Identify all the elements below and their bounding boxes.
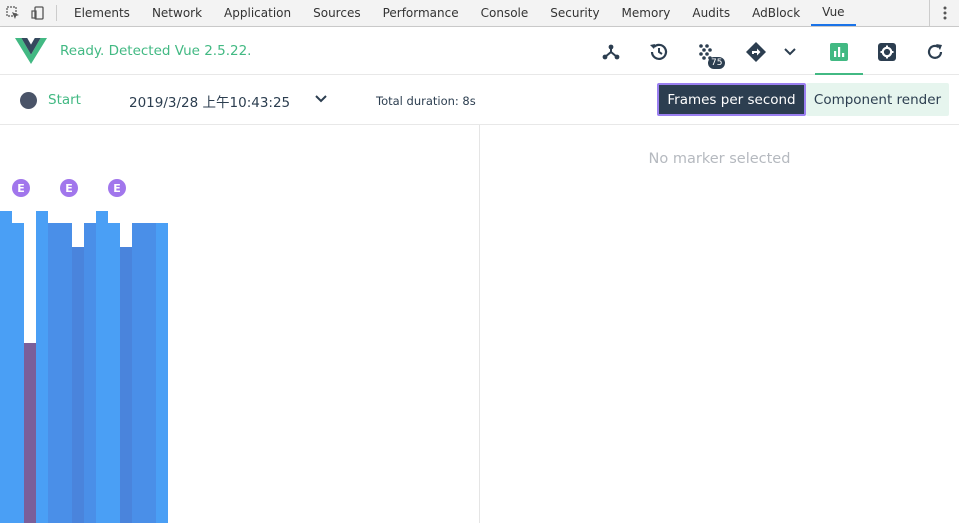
more-options-icon[interactable] — [929, 0, 959, 26]
fps-bar[interactable] — [108, 223, 120, 523]
fps-chart-pane: E E E — [0, 125, 479, 523]
fps-bar[interactable] — [96, 211, 108, 523]
fps-bar[interactable] — [144, 223, 156, 523]
tab-console[interactable]: Console — [470, 0, 540, 26]
fps-bar[interactable] — [156, 223, 168, 523]
marker-details-pane: No marker selected — [480, 125, 959, 523]
fps-bar[interactable] — [120, 247, 132, 523]
vue-status-text: Ready. Detected Vue 2.5.22. — [60, 43, 252, 59]
tab-application[interactable]: Application — [213, 0, 302, 26]
device-toolbar-icon[interactable] — [25, 0, 50, 26]
router-dropdown-button[interactable] — [775, 37, 805, 67]
fps-bar[interactable] — [60, 223, 72, 523]
tab-audits[interactable]: Audits — [681, 0, 741, 26]
tree-icon — [602, 44, 620, 60]
fps-bar[interactable] — [132, 223, 144, 523]
vue-logo-icon — [15, 38, 47, 69]
event-marker[interactable]: E — [60, 179, 78, 197]
chevron-down-icon[interactable] — [313, 91, 329, 112]
fps-bar[interactable] — [72, 247, 84, 523]
fps-bar[interactable] — [36, 211, 48, 523]
fps-bar[interactable] — [0, 211, 12, 523]
frames-per-second-button[interactable]: Frames per second — [657, 83, 806, 116]
vue-devtools-header: Ready. Detected Vue 2.5.22. — [0, 27, 959, 75]
refresh-icon — [927, 44, 943, 59]
tab-sources[interactable]: Sources — [302, 0, 371, 26]
directions-icon — [746, 42, 766, 62]
fps-bar[interactable] — [12, 223, 24, 523]
event-marker[interactable]: E — [108, 179, 126, 197]
component-render-button[interactable]: Component render — [806, 83, 949, 116]
start-button[interactable]: Start — [48, 92, 81, 108]
empty-state-message: No marker selected — [648, 151, 791, 167]
settings-icon — [878, 43, 896, 61]
tab-adblock[interactable]: AdBlock — [741, 0, 811, 26]
tab-vue[interactable]: Vue — [811, 0, 856, 26]
bar-chart-icon — [830, 43, 848, 61]
event-marker[interactable]: E — [12, 179, 30, 197]
fps-bar[interactable] — [48, 223, 60, 523]
performance-toolbar: Start 2019/3/28 上午10:43:25 Total duratio… — [0, 75, 959, 125]
tab-performance[interactable]: Performance — [372, 0, 470, 26]
router-button[interactable] — [741, 37, 771, 67]
vuex-count-badge: 75 — [708, 57, 726, 69]
tab-security[interactable]: Security — [539, 0, 610, 26]
tab-network[interactable]: Network — [141, 0, 213, 26]
history-icon — [650, 43, 668, 60]
inspect-element-icon[interactable] — [0, 0, 25, 26]
settings-button[interactable] — [872, 37, 902, 67]
chevron-down-icon — [784, 48, 796, 56]
performance-button[interactable] — [824, 37, 854, 67]
fps-bar[interactable] — [84, 223, 96, 523]
components-tree-button[interactable] — [596, 37, 626, 67]
devtools-tab-bar: Elements Network Application Sources Per… — [0, 0, 959, 27]
tab-elements[interactable]: Elements — [63, 0, 141, 26]
fps-bar[interactable] — [24, 343, 36, 523]
record-icon[interactable] — [20, 92, 37, 109]
toolbar-divider — [56, 5, 57, 21]
tab-memory[interactable]: Memory — [611, 0, 682, 26]
events-history-button[interactable] — [644, 37, 674, 67]
total-duration: Total duration: 8s — [376, 94, 476, 108]
refresh-button[interactable] — [920, 37, 950, 67]
recording-date-select[interactable]: 2019/3/28 上午10:43:25 — [129, 91, 290, 111]
